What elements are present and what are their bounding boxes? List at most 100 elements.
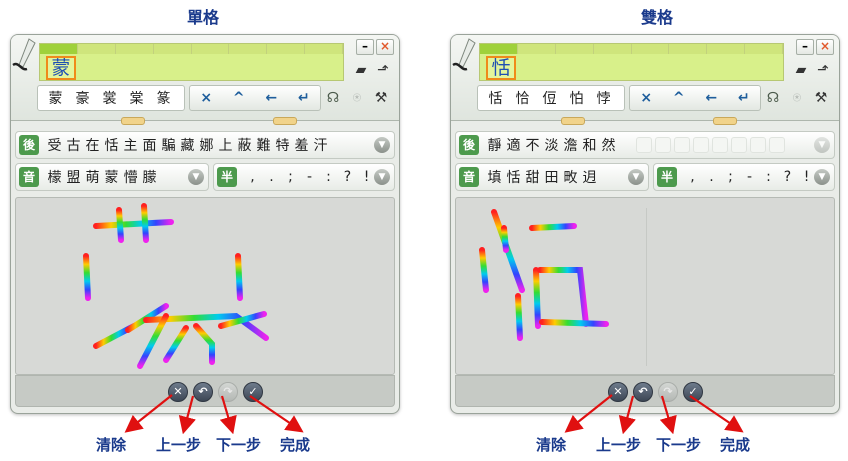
- composition-box[interactable]: 蒙: [39, 43, 344, 81]
- chevron-down-icon[interactable]: ▼: [374, 137, 390, 153]
- handwriting-canvas[interactable]: [15, 197, 395, 375]
- clear-button[interactable]: ✕: [168, 382, 188, 402]
- assoc-char[interactable]: 娜: [197, 135, 216, 155]
- hammer-icon[interactable]: ⚒: [371, 89, 391, 107]
- assoc-char[interactable]: 靜: [485, 135, 504, 155]
- assoc-char[interactable]: 然: [599, 135, 618, 155]
- voice-head-icon[interactable]: ☊: [763, 89, 783, 107]
- homophone-char[interactable]: 萌: [83, 167, 102, 187]
- halfwidth-tag[interactable]: 半: [657, 167, 677, 187]
- association-tag[interactable]: 後: [19, 135, 39, 155]
- clear-button[interactable]: ✕: [608, 382, 628, 402]
- punct-char[interactable]: ,: [683, 169, 702, 185]
- homophone-char[interactable]: 盟: [64, 167, 83, 187]
- upload-arrow-icon[interactable]: ⬏: [373, 61, 393, 79]
- voice-head-icon[interactable]: ☊: [323, 89, 343, 107]
- done-button[interactable]: ✓: [683, 382, 703, 402]
- homophone-char[interactable]: 迌: [580, 167, 599, 187]
- assoc-char[interactable]: 藏: [178, 135, 197, 155]
- enter-icon[interactable]: ↵: [298, 90, 310, 106]
- punct-char[interactable]: ?: [338, 169, 357, 185]
- homophone-char[interactable]: 田: [542, 167, 561, 187]
- mouse-icon[interactable]: ⍟: [787, 89, 807, 107]
- undo-button[interactable]: ↶: [193, 382, 213, 402]
- redo-button[interactable]: ↷: [218, 382, 238, 402]
- punct-char[interactable]: ;: [281, 169, 300, 185]
- expand-notch-right[interactable]: [273, 117, 297, 125]
- assoc-char[interactable]: 騙: [159, 135, 178, 155]
- punct-char[interactable]: :: [759, 169, 778, 185]
- minimize-button[interactable]: –: [796, 39, 814, 55]
- punct-char[interactable]: .: [702, 169, 721, 185]
- pen-icon[interactable]: [11, 37, 39, 75]
- homophone-char[interactable]: 懵: [121, 167, 140, 187]
- delete-char-icon[interactable]: ×: [640, 90, 652, 106]
- close-button[interactable]: ×: [816, 39, 834, 55]
- delete-char-icon[interactable]: ×: [200, 90, 212, 106]
- backspace-icon[interactable]: ←: [705, 90, 717, 106]
- mouse-icon[interactable]: ⍟: [347, 89, 367, 107]
- assoc-char[interactable]: 蔽: [235, 135, 254, 155]
- homophone-char[interactable]: 填: [485, 167, 504, 187]
- assoc-char[interactable]: 羞: [292, 135, 311, 155]
- candidate-4[interactable]: 棠: [123, 88, 150, 108]
- candidate-2[interactable]: 恰: [509, 88, 536, 108]
- punct-char[interactable]: ?: [778, 169, 797, 185]
- chevron-down-icon[interactable]: ▼: [188, 169, 204, 185]
- expand-notch-left[interactable]: [561, 117, 585, 125]
- assoc-char[interactable]: 上: [216, 135, 235, 155]
- backspace-icon[interactable]: ←: [265, 90, 277, 106]
- undo-button[interactable]: ↶: [633, 382, 653, 402]
- homophone-char[interactable]: 朦: [140, 167, 159, 187]
- assoc-char[interactable]: 面: [140, 135, 159, 155]
- candidate-4[interactable]: 怕: [563, 88, 590, 108]
- assoc-char[interactable]: 在: [83, 135, 102, 155]
- assoc-char[interactable]: 特: [273, 135, 292, 155]
- pen-icon[interactable]: [451, 37, 479, 75]
- chevron-down-icon[interactable]: ▼: [628, 169, 644, 185]
- minimize-button[interactable]: –: [356, 39, 374, 55]
- chevron-down-icon[interactable]: ▼: [374, 169, 390, 185]
- eraser-icon[interactable]: ▰: [351, 61, 371, 79]
- caret-up-icon[interactable]: ^: [673, 90, 685, 106]
- homophone-tag[interactable]: 音: [19, 167, 39, 187]
- expand-notch-right[interactable]: [713, 117, 737, 125]
- assoc-char[interactable]: 不: [523, 135, 542, 155]
- candidate-1[interactable]: 恬: [482, 88, 509, 108]
- caret-up-icon[interactable]: ^: [233, 90, 245, 106]
- punct-char[interactable]: :: [319, 169, 338, 185]
- homophone-char[interactable]: 檬: [45, 167, 64, 187]
- assoc-char[interactable]: 主: [121, 135, 140, 155]
- enter-icon[interactable]: ↵: [738, 90, 750, 106]
- handwriting-canvas[interactable]: [455, 197, 835, 375]
- redo-button[interactable]: ↷: [658, 382, 678, 402]
- assoc-char[interactable]: 適: [504, 135, 523, 155]
- assoc-char[interactable]: 汗: [311, 135, 330, 155]
- assoc-char[interactable]: 和: [580, 135, 599, 155]
- candidate-5[interactable]: 篆: [150, 88, 177, 108]
- candidate-3[interactable]: 裳: [96, 88, 123, 108]
- homophone-char[interactable]: 蒙: [102, 167, 121, 187]
- done-button[interactable]: ✓: [243, 382, 263, 402]
- assoc-char[interactable]: 難: [254, 135, 273, 155]
- punct-char[interactable]: -: [300, 169, 319, 185]
- assoc-char[interactable]: 受: [45, 135, 64, 155]
- candidate-2[interactable]: 豪: [69, 88, 96, 108]
- homophone-tag[interactable]: 音: [459, 167, 479, 187]
- assoc-char[interactable]: 古: [64, 135, 83, 155]
- upload-arrow-icon[interactable]: ⬏: [813, 61, 833, 79]
- halfwidth-tag[interactable]: 半: [217, 167, 237, 187]
- homophone-char[interactable]: 恬: [504, 167, 523, 187]
- candidate-1[interactable]: 蒙: [42, 88, 69, 108]
- punct-char[interactable]: .: [262, 169, 281, 185]
- chevron-down-icon[interactable]: ▼: [814, 137, 830, 153]
- assoc-char[interactable]: 恬: [102, 135, 121, 155]
- close-button[interactable]: ×: [376, 39, 394, 55]
- assoc-char[interactable]: 澹: [561, 135, 580, 155]
- punct-char[interactable]: ,: [243, 169, 262, 185]
- candidate-3[interactable]: 侸: [536, 88, 563, 108]
- assoc-char[interactable]: 淡: [542, 135, 561, 155]
- association-tag[interactable]: 後: [459, 135, 479, 155]
- punct-char[interactable]: -: [740, 169, 759, 185]
- homophone-char[interactable]: 甜: [523, 167, 542, 187]
